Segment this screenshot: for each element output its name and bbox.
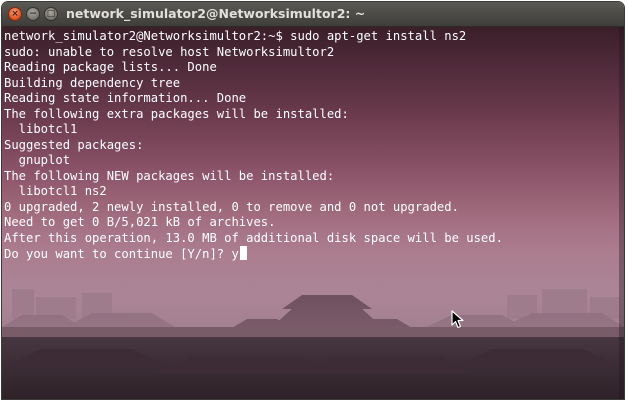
mouse-pointer-icon [451,310,464,329]
minimize-icon[interactable]: − [26,7,40,21]
terminal-line: Reading package lists... Done [4,60,217,74]
terminal-line: The following extra packages will be ins… [4,106,349,121]
terminal-window[interactable]: × − □ network_simulator2@Networksimultor… [2,2,624,399]
screen: × − □ network_simulator2@Networksimultor… [0,0,628,403]
terminal-line: network_simulator2@Networksimultor2:~$ s… [4,29,467,43]
text-cursor [239,246,247,260]
terminal-line: The following NEW packages will be insta… [4,168,335,183]
title-bar[interactable]: × − □ network_simulator2@Networksimultor… [2,2,624,27]
terminal-line: libotcl1 [4,122,78,136]
prompt-text: Do you want to continue [Y/n]? y [4,247,239,261]
maximize-icon[interactable]: □ [44,7,58,21]
terminal-area[interactable]: network_simulator2@Networksimultor2:~$ s… [2,27,624,399]
terminal-line: Building dependency tree [4,75,181,90]
terminal-line: Reading state information... Done [4,91,247,105]
close-icon[interactable]: × [8,7,22,21]
terminal-line: Suggested packages: [4,137,144,152]
terminal-prompt-line[interactable]: Do you want to continue [Y/n]? y [4,246,503,262]
window-title: network_simulator2@Networksimultor2: ~ [66,6,366,21]
terminal-line: 0 upgraded, 2 newly installed, 0 to remo… [4,199,459,214]
terminal-line: gnuplot [4,153,71,167]
terminal-line: libotcl1 ns2 [4,184,107,198]
terminal-output[interactable]: network_simulator2@Networksimultor2:~$ s… [4,29,503,262]
terminal-line: sudo: unable to resolve host Networksimu… [4,44,335,59]
terminal-line: After this operation, 13.0 MB of additio… [4,230,503,245]
terminal-scrollbar[interactable] [619,27,624,399]
terminal-line: Need to get 0 B/5,021 kB of archives. [4,215,276,229]
